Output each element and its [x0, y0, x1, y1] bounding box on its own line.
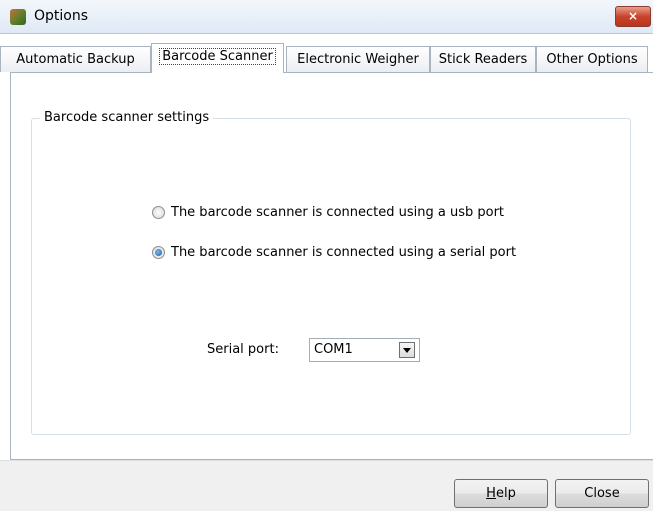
tab-label: Barcode Scanner: [159, 48, 276, 65]
serial-port-option[interactable]: The barcode scanner is connected using a…: [152, 245, 516, 260]
help-button[interactable]: Help: [454, 479, 548, 508]
title-bar: Options ×: [0, 0, 653, 34]
usb-port-label: The barcode scanner is connected using a…: [171, 205, 505, 220]
app-icon: [10, 9, 26, 25]
serial-port-label: The barcode scanner is connected using a…: [171, 245, 517, 260]
tab-label: Electronic Weigher: [297, 52, 419, 67]
close-button[interactable]: Close: [555, 479, 649, 508]
window-title: Options: [34, 8, 89, 24]
tab-electronic-weigher[interactable]: Electronic Weigher: [286, 46, 430, 72]
group-title: Barcode scanner settings: [40, 110, 214, 125]
tab-stick-readers[interactable]: Stick Readers: [430, 46, 536, 72]
chevron-down-icon[interactable]: [399, 342, 415, 358]
close-label: Close: [584, 486, 620, 501]
tab-automatic-backup[interactable]: Automatic Backup: [0, 46, 151, 72]
serial-port-select[interactable]: COM1: [309, 338, 420, 362]
tab-barcode-scanner[interactable]: Barcode Scanner: [151, 43, 284, 73]
serial-port-value: COM1: [314, 342, 353, 357]
dialog-footer: Help Close: [0, 460, 653, 511]
help-mnemonic: H: [486, 486, 496, 501]
tab-panel: Barcode scanner settings The barcode sca…: [10, 72, 653, 460]
tab-label: Other Options: [546, 52, 638, 67]
tab-other-options[interactable]: Other Options: [536, 46, 648, 72]
usb-port-radio[interactable]: [152, 206, 165, 219]
barcode-settings-group: Barcode scanner settings The barcode sca…: [31, 110, 631, 435]
close-window-button[interactable]: ×: [615, 6, 651, 27]
tab-strip: Automatic Backup Barcode Scanner Electro…: [0, 43, 653, 73]
usb-port-option[interactable]: The barcode scanner is connected using a…: [152, 205, 504, 220]
serial-port-field-label: Serial port:: [207, 342, 279, 357]
tab-label: Stick Readers: [438, 52, 528, 67]
close-icon: ×: [627, 9, 639, 23]
tab-label: Automatic Backup: [16, 52, 135, 67]
help-label-rest: elp: [495, 486, 516, 501]
serial-port-radio[interactable]: [152, 246, 165, 259]
